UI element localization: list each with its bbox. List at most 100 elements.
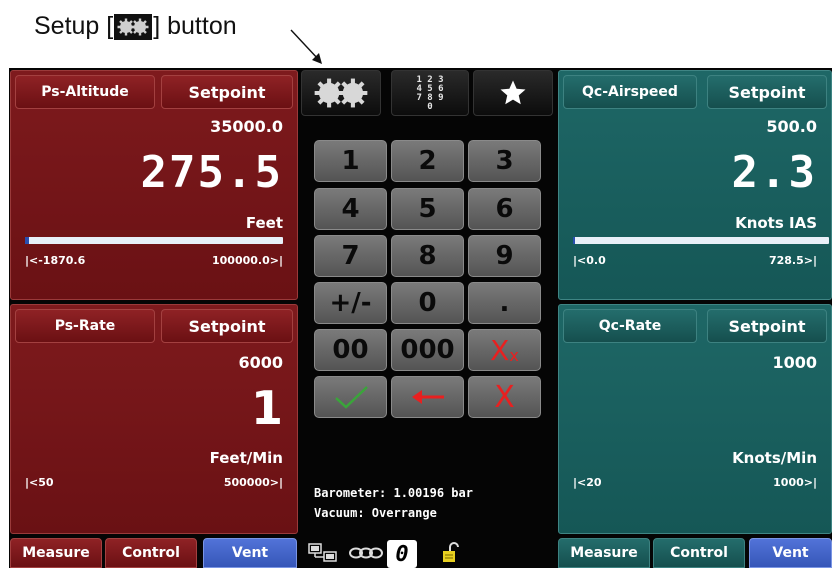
key-4[interactable]: 4 [314,188,387,230]
gear-icon [314,78,368,108]
units-label[interactable]: Feet [246,214,283,232]
button-label: Vent [772,545,809,561]
key-0[interactable]: 0 [391,282,464,324]
clear-x-icon: X [490,333,510,367]
left-control-button[interactable]: Control [105,538,197,568]
units-label[interactable]: Knots IAS [735,214,817,232]
key-00[interactable]: 00 [314,329,387,371]
ps-altitude-tab[interactable]: Ps-Altitude [15,75,155,109]
cancel-button[interactable]: X [468,376,541,418]
setpoint-label: Setpoint [188,82,266,102]
key-2[interactable]: 2 [391,140,464,182]
key-000[interactable]: 000 [391,329,464,371]
airspeed-reading: 2.3 [731,147,817,198]
backspace-button[interactable] [391,376,464,418]
key-label: . [499,288,510,318]
key-1[interactable]: 1 [314,140,387,182]
units-label[interactable]: Knots/Min [732,449,817,467]
right-control-button[interactable]: Control [653,538,745,568]
button-label: Control [122,545,180,561]
qc-rate-tab[interactable]: Qc-Rate [563,309,697,343]
pressure-reading: 275.5 [140,147,283,198]
key-3[interactable]: 3 [468,140,541,182]
checkmark-icon [334,386,368,409]
rate-reading: 1 [250,381,283,435]
clear-entry-button[interactable]: Xx [468,329,541,371]
favorites-button[interactable] [473,70,553,116]
range-max: 728.5>| [768,254,817,267]
right-measure-button[interactable]: Measure [558,538,650,568]
network-icon[interactable] [308,542,338,564]
qc-airspeed-tab[interactable]: Qc-Airspeed [563,75,697,109]
key-label: 0 [418,288,437,318]
key-label: 1 [341,146,360,176]
setpoint-value[interactable]: 500.0 [766,117,817,136]
clear-x-sub: x [509,345,519,365]
range-bar [573,237,829,244]
ps-altitude-panel: Ps-Altitude Setpoint 35000.0 275.5 Feet … [10,70,298,300]
key-6[interactable]: 6 [468,188,541,230]
button-label: Measure [570,545,638,561]
key-label: 5 [418,194,437,224]
barometer-status: Barometer: 1.00196 bar [314,486,473,500]
setpoint-value[interactable]: 1000 [772,353,817,372]
key-label: 8 [418,241,437,271]
setup-button[interactable] [301,70,381,116]
button-label: Control [670,545,728,561]
chain-link-icon[interactable] [349,544,383,562]
svg-text:0: 0 [427,102,432,112]
qc-airspeed-label: Qc-Airspeed [582,84,678,100]
key-9[interactable]: 9 [468,235,541,277]
numpad-icon: 1 2 3 4 5 6 7 8 9 0 [416,75,443,112]
key-label: 6 [495,194,514,224]
units-label[interactable]: Feet/Min [210,449,283,467]
range-max: 500000>| [223,476,283,489]
ps-rate-panel: Ps-Rate Setpoint 6000 1 Feet/Min |<50 50… [10,304,298,534]
key-8[interactable]: 8 [391,235,464,277]
key-5[interactable]: 5 [391,188,464,230]
range-min: |<50 [25,476,54,489]
button-label: Vent [231,545,269,561]
qc-airspeed-setpoint-button[interactable]: Setpoint [707,75,827,109]
ps-rate-tab[interactable]: Ps-Rate [15,309,155,343]
range-min: |<0.0 [573,254,606,267]
range-min: |<20 [573,476,602,489]
left-arrow-icon [411,390,444,404]
key-label: 000 [400,335,455,365]
range-bar [25,237,283,244]
setpoint-label: Setpoint [728,82,806,102]
ps-altitude-setpoint-button[interactable]: Setpoint [161,75,293,109]
vacuum-status: Vacuum: Overrange [314,506,437,520]
key-label: 3 [495,146,514,176]
key-decimal[interactable]: . [468,282,541,324]
qc-rate-setpoint-button[interactable]: Setpoint [707,309,827,343]
ps-altitude-label: Ps-Altitude [41,84,129,100]
range-max: 100000.0>| [212,254,283,267]
setpoint-value[interactable]: 6000 [238,353,283,372]
setpoint-label: Setpoint [188,316,266,336]
ps-rate-setpoint-button[interactable]: Setpoint [161,309,293,343]
range-min: |<-1870.6 [25,254,86,267]
cancel-x-icon: X [494,379,515,415]
right-vent-button[interactable]: Vent [749,538,832,568]
accept-button[interactable] [314,376,387,418]
ps-rate-label: Ps-Rate [54,318,116,334]
key-7[interactable]: 7 [314,235,387,277]
setpoint-label: Setpoint [728,316,806,336]
left-vent-button[interactable]: Vent [203,538,297,568]
numpad-button[interactable]: 1 2 3 4 5 6 7 8 9 0 [391,70,469,116]
star-icon [500,80,526,105]
zero-label: 0 [395,541,409,567]
zero-button[interactable]: 0 [387,540,417,568]
qc-rate-panel: Qc-Rate Setpoint 1000 Knots/Min |<20 100… [558,304,832,534]
setpoint-value[interactable]: 35000.0 [210,117,283,136]
button-label: Measure [22,545,90,561]
key-label: 2 [418,146,437,176]
qc-rate-label: Qc-Rate [598,318,662,334]
key-label: 4 [341,194,360,224]
unlock-icon[interactable] [441,541,461,565]
key-plus-minus[interactable]: +/- [314,282,387,324]
range-max: 1000>| [773,476,817,489]
key-label: 7 [341,241,360,271]
left-measure-button[interactable]: Measure [10,538,102,568]
